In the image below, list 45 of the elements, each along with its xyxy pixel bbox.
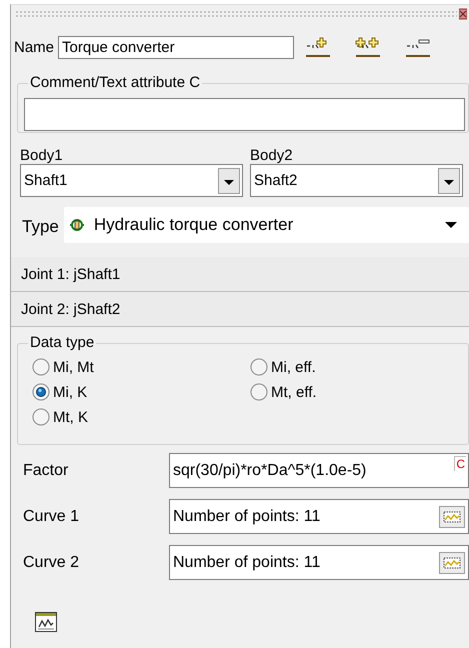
name-field[interactable]: Torque converter [58, 36, 294, 58]
grip-bar[interactable] [15, 10, 457, 18]
field-value: sqr(30/pi)*ro*Da^5*(1.0e-5) [173, 462, 368, 480]
field-value: Number of points: 11 [173, 554, 322, 572]
curve-icon[interactable] [439, 506, 465, 528]
joint-label: Joint 1: jShaft1 [21, 266, 120, 282]
formula-badge: C [454, 456, 466, 471]
radio-icon[interactable] [250, 383, 268, 401]
radio-label[interactable]: Mt, K [53, 408, 88, 426]
factor-label: Factor [23, 462, 70, 480]
radio-icon[interactable] [32, 358, 50, 376]
radio-label[interactable]: Mi, eff. [271, 358, 316, 376]
type-label: Type [22, 217, 59, 237]
chart-icon[interactable] [35, 612, 57, 632]
radio-label[interactable]: Mt, eff. [271, 384, 317, 400]
radio-label[interactable]: Mi, Mt [53, 358, 94, 376]
curve-label: Curve 1 [23, 508, 80, 526]
dropdown-arrow-icon[interactable] [445, 221, 457, 229]
add-icon[interactable] [305, 37, 332, 59]
radio-selected-icon[interactable] [32, 383, 50, 401]
remove-icon[interactable] [405, 37, 432, 59]
type-dropdown[interactable]: Hydraulic torque converter [64, 207, 469, 243]
converter-icon[interactable] [70, 217, 84, 233]
body-label: Body2 [250, 147, 294, 164]
name-label: Name [14, 38, 54, 56]
curve-field[interactable]: Number of points: 11 [169, 545, 469, 580]
body-dropdown[interactable]: Shaft1 [20, 164, 243, 197]
body-label: Body1 [20, 147, 64, 164]
radio-label[interactable]: Mi, K [53, 384, 88, 400]
radio-icon[interactable] [32, 408, 50, 426]
body-dropdown[interactable]: Shaft2 [250, 164, 463, 197]
field-value: Number of points: 11 [173, 508, 322, 526]
add-double-icon[interactable] [355, 37, 382, 59]
comment-field[interactable] [24, 98, 465, 131]
curve-label: Curve 2 [23, 554, 80, 572]
dropdown-value: Shaft2 [253, 172, 298, 189]
dropdown-value: Shaft1 [23, 172, 68, 189]
radio-icon[interactable] [250, 358, 268, 376]
joint-label: Joint 2: jShaft2 [21, 300, 120, 318]
dropdown-value: Hydraulic torque converter [94, 215, 294, 235]
curve-icon[interactable] [439, 552, 465, 574]
close-icon[interactable] [459, 8, 467, 20]
group-title: Data type [28, 335, 96, 351]
factor-field[interactable]: sqr(30/pi)*ro*Da^5*(1.0e-5) C [169, 453, 469, 488]
curve-field[interactable]: Number of points: 11 [169, 499, 469, 534]
